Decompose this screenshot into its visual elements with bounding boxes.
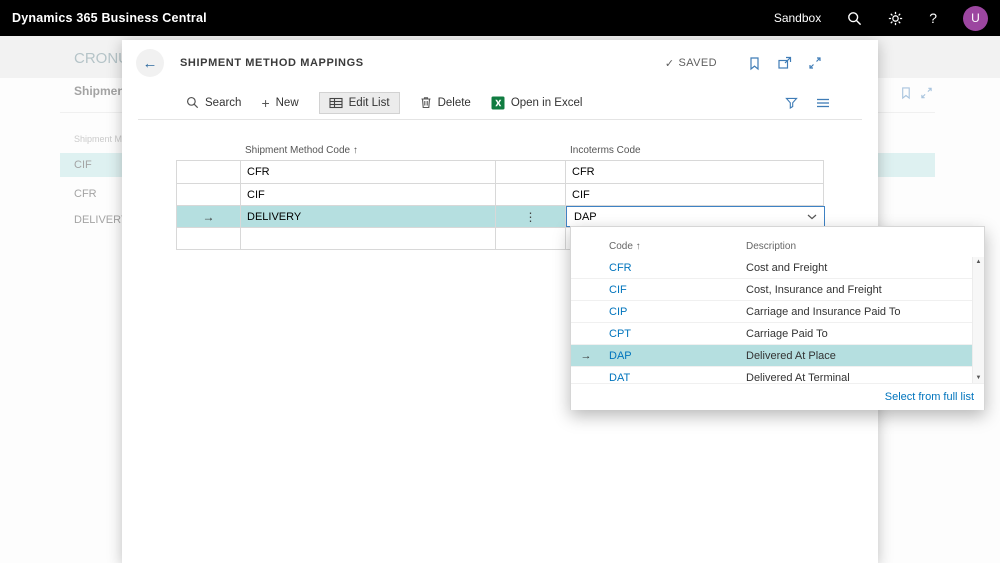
incoterms-dropdown: Code ↑ Description CFR Cost and Freight …	[570, 226, 985, 410]
scroll-down-icon[interactable]: ▼	[976, 375, 982, 381]
option-code[interactable]: DAT	[601, 372, 738, 384]
scroll-up-icon[interactable]: ▲	[976, 259, 982, 265]
option-code[interactable]: CIP	[601, 306, 738, 318]
list-view-icon[interactable]	[816, 97, 830, 109]
option-description[interactable]: Carriage and Insurance Paid To	[738, 306, 984, 318]
row-selector-cell[interactable]: →	[177, 206, 241, 227]
dropdown-option[interactable]: CIP Carriage and Insurance Paid To	[571, 301, 984, 323]
dropdown-footer: Select from full list	[571, 383, 984, 410]
option-description[interactable]: Delivered At Terminal	[738, 372, 984, 384]
shipment-method-code-cell[interactable]: CIF	[241, 184, 496, 205]
table-row-selected: → DELIVERY ⋮ DAP	[177, 205, 825, 227]
dropdown-header-row: Code ↑ Description	[571, 227, 984, 257]
open-in-new-window-icon[interactable]	[777, 56, 792, 70]
filter-icon[interactable]	[785, 97, 798, 109]
selected-option-arrow-icon: →	[580, 349, 592, 362]
search-button[interactable]: Search	[186, 96, 241, 109]
chevron-down-icon[interactable]	[807, 214, 817, 220]
search-button-label: Search	[205, 96, 242, 109]
table-header-row: Shipment Method Code ↑ Incoterms Code	[176, 140, 824, 160]
back-button[interactable]: ←	[136, 49, 164, 77]
row-options-cell[interactable]	[496, 184, 566, 205]
app-window: Dynamics 365 Business Central Sandbox ? …	[0, 0, 1000, 563]
table-row: CFR CFR	[177, 161, 823, 183]
delete-button-label: Delete	[437, 96, 471, 109]
shipment-method-mappings-dialog: ← SHIPMENT METHOD MAPPINGS ✓ SAVED Searc…	[122, 40, 985, 563]
plus-icon: +	[261, 94, 270, 111]
option-code[interactable]: DAP	[601, 350, 738, 362]
dropdown-option-selected[interactable]: → DAP Delivered At Place	[571, 345, 984, 367]
option-description[interactable]: Cost, Insurance and Freight	[738, 284, 984, 296]
cell-options-ellipsis[interactable]: ⋮	[502, 210, 559, 224]
delete-button[interactable]: Delete	[420, 96, 471, 109]
incoterms-code-cell[interactable]: CIF	[566, 184, 825, 205]
search-icon	[186, 96, 199, 109]
option-description[interactable]: Carriage Paid To	[738, 328, 984, 340]
option-code[interactable]: CFR	[601, 262, 738, 274]
edit-list-button[interactable]: Edit List	[318, 91, 400, 114]
dialog-toolbar: Search + New Edit List Delete Open in Ex…	[138, 86, 862, 120]
row-options-cell[interactable]	[496, 228, 566, 249]
table-row: CIF CIF	[177, 183, 823, 205]
shipment-method-code-cell[interactable]: CFR	[241, 161, 496, 183]
dialog-header: ← SHIPMENT METHOD MAPPINGS ✓ SAVED	[122, 40, 878, 86]
new-button[interactable]: + New	[261, 96, 298, 110]
dropdown-options-list: CFR Cost and Freight CIF Cost, Insurance…	[571, 257, 984, 383]
edit-list-icon	[329, 97, 343, 108]
dropdown-option[interactable]: CPT Carriage Paid To	[571, 323, 984, 345]
dropdown-column-description[interactable]: Description	[738, 241, 984, 252]
shipment-method-code-cell[interactable]: DELIVERY	[241, 206, 496, 227]
new-button-label: New	[275, 96, 299, 109]
top-bar: Dynamics 365 Business Central Sandbox ? …	[0, 0, 1000, 36]
maximize-icon[interactable]	[808, 56, 822, 70]
dialog-header-actions: ✓ SAVED	[665, 56, 822, 71]
row-selector-cell[interactable]	[177, 228, 241, 249]
combobox-value: DAP	[574, 210, 597, 223]
dropdown-scrollbar[interactable]: ▲ ▼	[972, 257, 984, 383]
select-from-full-list-link[interactable]: Select from full list	[885, 391, 974, 403]
dropdown-option[interactable]: CFR Cost and Freight	[571, 257, 984, 279]
row-selector-cell[interactable]	[177, 184, 241, 205]
search-icon[interactable]	[847, 11, 862, 26]
shipment-method-code-cell[interactable]	[241, 228, 496, 249]
dialog-title: SHIPMENT METHOD MAPPINGS	[180, 57, 364, 69]
incoterms-code-cell[interactable]: CFR	[566, 161, 825, 183]
settings-gear-icon[interactable]	[888, 11, 903, 26]
toolbar-right-icons	[785, 97, 862, 109]
trash-icon	[421, 97, 431, 109]
incoterms-code-cell: DAP	[566, 206, 825, 227]
open-in-excel-button[interactable]: Open in Excel	[491, 96, 583, 110]
option-code[interactable]: CIF	[601, 284, 738, 296]
option-code[interactable]: CPT	[601, 328, 738, 340]
option-description[interactable]: Cost and Freight	[738, 262, 984, 274]
dropdown-option[interactable]: DAT Delivered At Terminal	[571, 367, 984, 384]
environment-label: Sandbox	[773, 11, 822, 25]
open-in-excel-button-label: Open in Excel	[510, 96, 583, 109]
saved-status-label: SAVED	[678, 57, 717, 69]
dropdown-column-code[interactable]: Code ↑	[601, 241, 738, 252]
column-header-incoterms-code[interactable]: Incoterms Code	[565, 145, 824, 156]
help-button[interactable]: ?	[929, 10, 937, 26]
row-selector-cell[interactable]	[177, 161, 241, 183]
active-row-arrow-icon: →	[202, 209, 215, 224]
user-avatar[interactable]: U	[963, 5, 988, 31]
check-icon: ✓	[664, 57, 675, 70]
dropdown-option[interactable]: CIF Cost, Insurance and Freight	[571, 279, 984, 301]
row-options-cell[interactable]: ⋮	[496, 206, 566, 227]
bookmark-icon[interactable]	[747, 56, 761, 71]
top-bar-actions: Sandbox ? U	[773, 5, 988, 31]
app-title: Dynamics 365 Business Central	[12, 11, 207, 25]
edit-list-button-label: Edit List	[348, 96, 390, 109]
row-options-cell[interactable]	[496, 161, 566, 183]
saved-status: ✓ SAVED	[665, 57, 717, 70]
option-description[interactable]: Delivered At Place	[738, 350, 984, 362]
column-header-shipment-method-code[interactable]: Shipment Method Code ↑	[240, 145, 495, 156]
excel-icon	[491, 96, 505, 109]
incoterms-combobox[interactable]: DAP	[566, 206, 825, 227]
